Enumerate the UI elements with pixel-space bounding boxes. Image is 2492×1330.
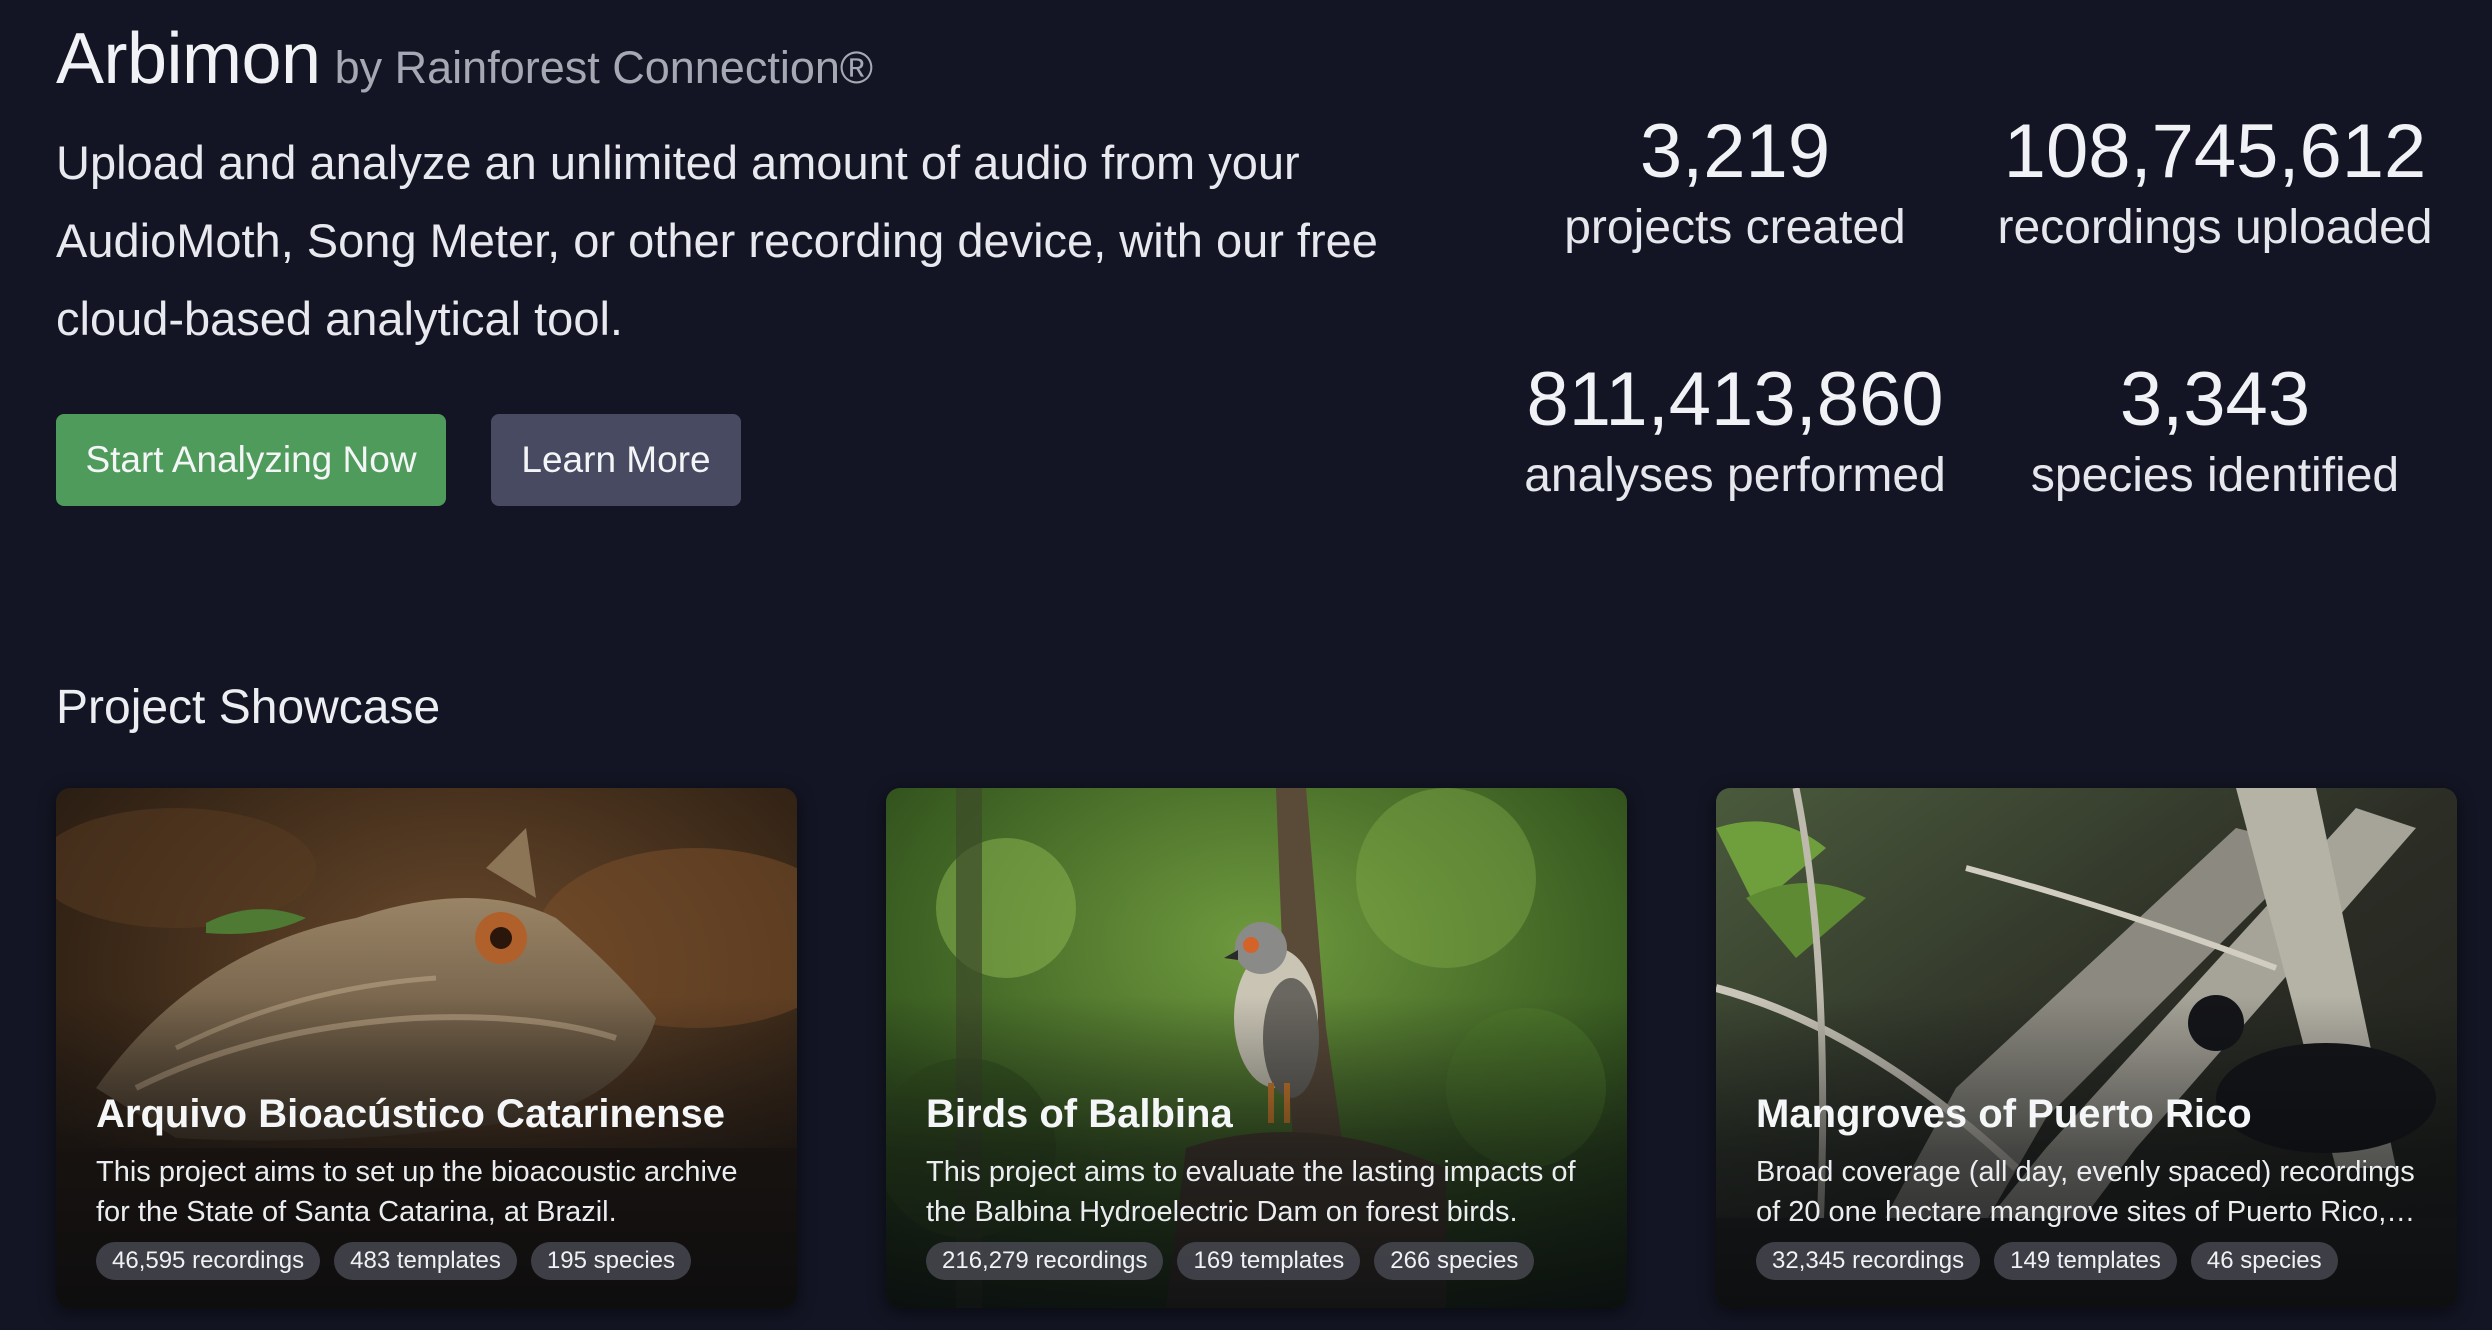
stat-label: recordings uploaded xyxy=(1997,201,2433,254)
stat-analyses: 811,413,860 analyses performed xyxy=(1495,355,1975,507)
stat-recordings: 108,745,612 recordings uploaded xyxy=(1975,107,2455,259)
stat-species: 3,343 species identified xyxy=(1975,355,2455,507)
templates-badge: 169 templates xyxy=(1177,1242,1361,1280)
project-description: Broad coverage (all day, evenly spaced) … xyxy=(1756,1156,2415,1228)
recordings-badge: 32,345 recordings xyxy=(1756,1242,1981,1280)
learn-more-button[interactable]: Learn More xyxy=(491,414,741,506)
hero-tagline: Upload and analyze an unlimited amount o… xyxy=(56,136,1378,345)
project-description: This project aims to set up the bioacous… xyxy=(96,1156,738,1228)
card-body: Mangroves of Puerto Rico Broad coverage … xyxy=(1756,1088,2421,1280)
project-title[interactable]: Mangroves of Puerto Rico xyxy=(1756,1088,2421,1140)
project-card-arquivo[interactable]: Arquivo Bioacústico Catarinense This pro… xyxy=(56,788,797,1308)
landing-page: Arbimon by Rainforest Connection® Upload … xyxy=(0,0,2492,1330)
stat-projects: 3,219 projects created xyxy=(1495,107,1975,259)
recordings-badge: 216,279 recordings xyxy=(926,1242,1164,1280)
project-stats: 46,595 recordings 483 templates 195 spec… xyxy=(96,1242,761,1280)
project-card-balbina[interactable]: Birds of Balbina This project aims to ev… xyxy=(886,788,1627,1308)
stat-value: 3,219 xyxy=(1639,109,1831,194)
species-badge: 46 species xyxy=(2190,1242,2338,1280)
stat-value: 3,343 xyxy=(2119,357,2311,442)
stat-value: 811,413,860 xyxy=(1526,357,1944,442)
stat-label: analyses performed xyxy=(1524,449,1946,502)
showcase-title: Project Showcase xyxy=(56,681,441,734)
species-badge: 266 species xyxy=(1374,1242,1535,1280)
project-description: This project aims to evaluate the lastin… xyxy=(926,1156,1576,1228)
start-analyzing-button[interactable]: Start Analyzing Now xyxy=(56,414,446,506)
stat-value: 108,745,612 xyxy=(2003,109,2427,194)
species-badge: 195 species xyxy=(530,1242,691,1280)
recordings-badge: 46,595 recordings xyxy=(96,1242,321,1280)
brand-header: Arbimon by Rainforest Connection® xyxy=(56,18,873,100)
project-title[interactable]: Birds of Balbina xyxy=(926,1088,1591,1140)
project-title[interactable]: Arquivo Bioacústico Catarinense xyxy=(96,1088,761,1140)
project-card-mangroves[interactable]: Mangroves of Puerto Rico Broad coverage … xyxy=(1716,788,2457,1308)
templates-badge: 149 templates xyxy=(1994,1242,2177,1280)
brand-byline: by Rainforest Connection® xyxy=(334,42,874,93)
project-stats: 216,279 recordings 169 templates 266 spe… xyxy=(926,1242,1591,1280)
card-body: Birds of Balbina This project aims to ev… xyxy=(926,1088,1591,1280)
templates-badge: 483 templates xyxy=(334,1242,517,1280)
project-stats: 32,345 recordings 149 templates 46 speci… xyxy=(1756,1242,2421,1280)
stat-label: species identified xyxy=(2030,449,2400,502)
stat-label: projects created xyxy=(1564,201,1906,254)
brand-name[interactable]: Arbimon xyxy=(56,19,321,99)
card-body: Arquivo Bioacústico Catarinense This pro… xyxy=(96,1088,761,1280)
